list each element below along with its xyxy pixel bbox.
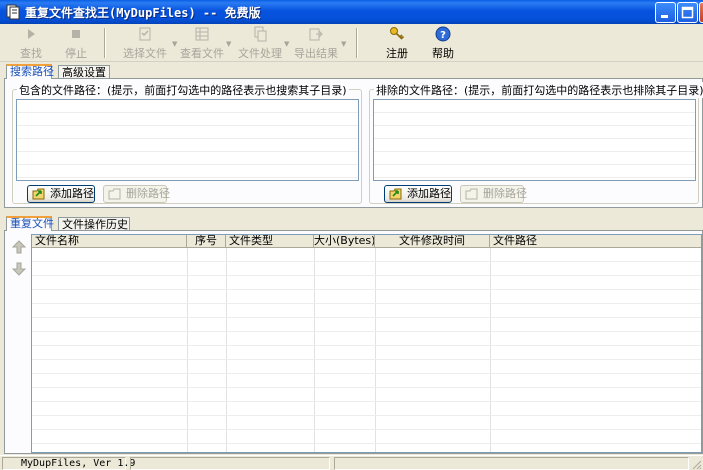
app-window: 重复文件查找王(MyDupFiles) -- 免费版 查找 停止 选择文件 ▼ …	[0, 0, 703, 470]
toolbar: 查找 停止 选择文件 ▼ 查看文件 ▼ 文件处理 ▼ 导出结果 ▼ 注册 ? 帮…	[0, 24, 703, 62]
chevron-down-icon[interactable]: ▼	[341, 40, 346, 48]
add-folder-icon	[32, 188, 45, 200]
select-files-button[interactable]: 选择文件	[120, 26, 170, 60]
stop-button[interactable]: 停止	[61, 26, 91, 60]
title-bar[interactable]: 重复文件查找王(MyDupFiles) -- 免费版	[0, 0, 703, 24]
export-results-button[interactable]: 导出结果	[294, 26, 338, 60]
delete-excluded-path-label: 删除路径	[483, 187, 527, 200]
table-row	[32, 388, 701, 402]
status-version: MyDupFiles, Ver 1.9	[2, 457, 135, 470]
help-button[interactable]: ? 帮助	[428, 26, 458, 60]
bottom-tab-strip: 重复文件 文件操作历史	[6, 216, 206, 231]
view-file-icon	[195, 27, 209, 41]
results-table-header: 文件名称 序号 文件类型 大小(Bytes) 文件修改时间 文件路径	[32, 235, 701, 248]
minimize-button[interactable]	[655, 2, 676, 23]
delete-folder-icon	[465, 188, 478, 200]
maximize-button[interactable]	[677, 2, 698, 23]
delete-excluded-path-button[interactable]: 删除路径	[460, 185, 527, 203]
register-label: 注册	[386, 47, 408, 60]
move-up-arrow-icon[interactable]	[11, 239, 27, 255]
delete-included-path-label: 删除路径	[126, 187, 170, 200]
tab-duplicate-files[interactable]: 重复文件	[6, 216, 54, 231]
table-row	[32, 374, 701, 388]
status-bar: MyDupFiles, Ver 1.9	[0, 455, 703, 470]
table-row	[32, 276, 701, 290]
table-row	[32, 304, 701, 318]
close-button[interactable]	[699, 2, 703, 23]
key-icon	[390, 27, 405, 40]
search-paths-panel: 包含的文件路径：(提示，前面打勾选中的路径表示也搜索其子目录) 添加路径 删除路…	[4, 78, 703, 208]
export-results-label: 导出结果	[294, 47, 338, 60]
chevron-down-icon[interactable]: ▼	[284, 40, 289, 48]
add-excluded-path-label: 添加路径	[407, 187, 451, 200]
table-row	[32, 360, 701, 374]
search-button-label: 查找	[20, 47, 42, 60]
app-icon	[6, 4, 20, 20]
excluded-paths-list[interactable]	[373, 99, 696, 181]
play-icon	[28, 29, 35, 39]
column-size[interactable]: 大小(Bytes)	[314, 235, 375, 248]
chevron-down-icon[interactable]: ▼	[226, 40, 231, 48]
included-paths-group: 包含的文件路径：(提示，前面打勾选中的路径表示也搜索其子目录) 添加路径 删除路…	[12, 82, 362, 204]
register-button[interactable]: 注册	[382, 26, 412, 60]
table-row	[32, 332, 701, 346]
window-title: 重复文件查找王(MyDupFiles) -- 免费版	[25, 6, 261, 20]
add-folder-icon	[389, 188, 402, 200]
column-index[interactable]: 序号	[187, 235, 226, 248]
table-row	[32, 318, 701, 332]
stop-button-label: 停止	[65, 47, 87, 60]
excluded-paths-group: 排除的文件路径：(提示，前面打勾选中的路径表示也排除其子目录) 添加路径 删除路…	[369, 82, 703, 204]
toolbar-separator	[356, 28, 358, 58]
table-row	[32, 402, 701, 416]
excluded-paths-title: 排除的文件路径：(提示，前面打勾选中的路径表示也排除其子目录)	[374, 82, 703, 98]
add-excluded-path-button[interactable]: 添加路径	[384, 185, 452, 203]
table-row	[32, 346, 701, 360]
help-icon: ?	[435, 26, 451, 42]
search-button[interactable]: 查找	[16, 26, 46, 60]
file-process-label: 文件处理	[238, 47, 282, 60]
chevron-down-icon[interactable]: ▼	[172, 40, 177, 48]
file-process-button[interactable]: 文件处理	[238, 26, 282, 60]
table-row	[32, 430, 701, 444]
column-modified-time[interactable]: 文件修改时间	[375, 235, 490, 248]
tab-advanced-settings[interactable]: 高级设置	[58, 65, 110, 79]
table-row	[32, 416, 701, 430]
svg-text:?: ?	[440, 30, 446, 41]
table-row	[32, 290, 701, 304]
table-row	[32, 262, 701, 276]
resize-grip-icon[interactable]	[690, 458, 702, 470]
delete-included-path-button[interactable]: 删除路径	[103, 185, 170, 203]
add-included-path-label: 添加路径	[50, 187, 94, 200]
toolbar-separator	[104, 28, 106, 58]
column-file-name[interactable]: 文件名称	[32, 235, 187, 248]
file-process-icon	[254, 26, 267, 42]
duplicate-files-panel: 文件名称 序号 文件类型 大小(Bytes) 文件修改时间 文件路径	[4, 230, 703, 454]
view-file-label: 查看文件	[180, 47, 224, 60]
table-row	[32, 248, 701, 262]
tab-search-paths[interactable]: 搜索路径	[6, 64, 54, 79]
status-pane-3	[334, 457, 689, 470]
top-tab-strip: 搜索路径 高级设置	[6, 64, 206, 79]
select-files-label: 选择文件	[123, 47, 167, 60]
view-file-button[interactable]: 查看文件	[180, 26, 224, 60]
column-file-type[interactable]: 文件类型	[226, 235, 314, 248]
included-paths-title: 包含的文件路径：(提示，前面打勾选中的路径表示也搜索其子目录)	[17, 82, 349, 98]
tab-file-history[interactable]: 文件操作历史	[58, 217, 130, 231]
column-file-path[interactable]: 文件路径	[490, 235, 701, 248]
export-icon	[309, 28, 323, 41]
status-pane-2	[130, 457, 330, 470]
help-label: 帮助	[432, 47, 454, 60]
table-row	[32, 444, 701, 452]
minimize-icon	[661, 15, 668, 18]
add-included-path-button[interactable]: 添加路径	[27, 185, 95, 203]
results-table[interactable]: 文件名称 序号 文件类型 大小(Bytes) 文件修改时间 文件路径	[31, 234, 702, 453]
move-down-arrow-icon[interactable]	[11, 261, 27, 277]
maximize-icon	[681, 6, 694, 19]
stop-icon	[72, 30, 80, 38]
select-files-icon	[139, 27, 151, 41]
delete-folder-icon	[108, 188, 121, 200]
included-paths-list[interactable]	[16, 99, 359, 181]
